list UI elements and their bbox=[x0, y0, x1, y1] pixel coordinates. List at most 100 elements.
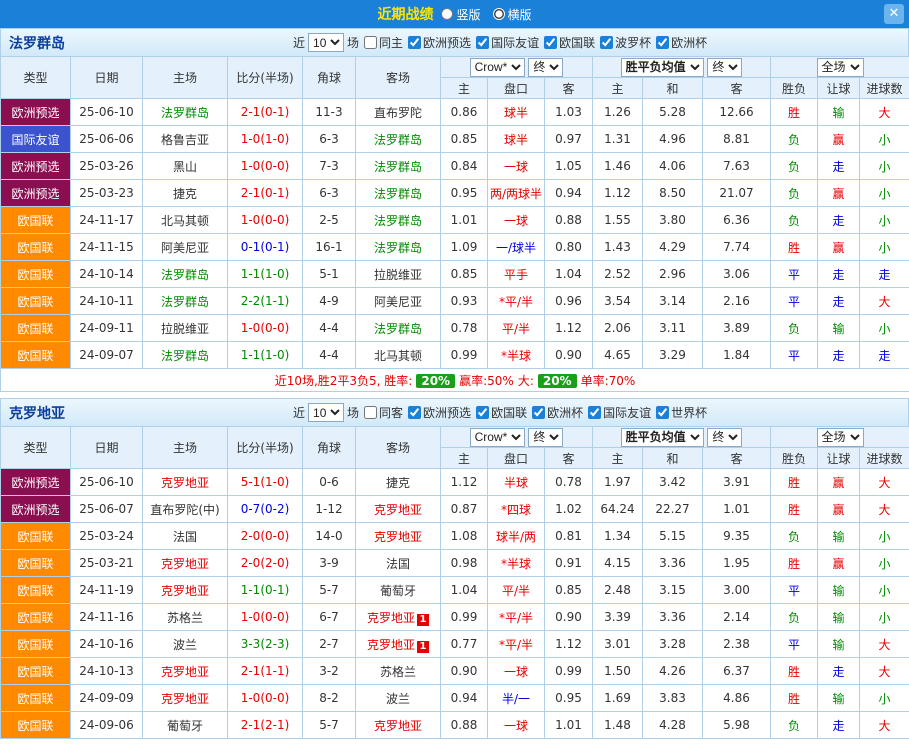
recent-count-select[interactable]: 10 bbox=[308, 403, 344, 422]
lose-odds: 6.36 bbox=[703, 207, 771, 234]
checkbox-input[interactable] bbox=[476, 406, 489, 419]
avg-stage-select[interactable]: 终 bbox=[707, 428, 742, 447]
win-odds: 1.34 bbox=[593, 523, 643, 550]
match-row: 欧国联24-11-19克罗地亚1-1(0-1)5-7葡萄牙1.04平/半0.85… bbox=[1, 577, 909, 604]
away-team: 克罗地亚 bbox=[356, 523, 441, 550]
checkbox-label: 同客 bbox=[379, 404, 403, 421]
filter-competition[interactable]: 国际友谊 bbox=[476, 34, 539, 51]
match-row: 欧洲预选25-06-10克罗地亚5-1(1-0)0-6捷克1.12半球0.781… bbox=[1, 469, 909, 496]
score: 1-1(1-0) bbox=[228, 261, 303, 288]
handicap-odds-home: 0.95 bbox=[441, 180, 488, 207]
checkbox-input[interactable] bbox=[656, 36, 669, 49]
filter-competition[interactable]: 世界杯 bbox=[656, 404, 707, 421]
score: 0-7(0-2) bbox=[228, 496, 303, 523]
col-header-let-goal: 让球 bbox=[818, 78, 860, 99]
home-team: 克罗地亚 bbox=[143, 658, 228, 685]
checkbox-input[interactable] bbox=[532, 406, 545, 419]
filter-competition[interactable]: 波罗杯 bbox=[600, 34, 651, 51]
home-team: 法罗群岛 bbox=[143, 261, 228, 288]
lose-odds: 2.16 bbox=[703, 288, 771, 315]
home-team: 法国 bbox=[143, 523, 228, 550]
lose-odds: 7.63 bbox=[703, 153, 771, 180]
win-odds: 2.48 bbox=[593, 577, 643, 604]
home-team: 克罗地亚 bbox=[143, 577, 228, 604]
recent-count-select[interactable]: 10 bbox=[308, 33, 344, 52]
col-header-draw: 和 bbox=[643, 78, 703, 99]
handicap-odds-home: 0.94 bbox=[441, 685, 488, 712]
home-team: 阿美尼亚 bbox=[143, 234, 228, 261]
avg-stage-select[interactable]: 终 bbox=[707, 58, 742, 77]
handicap-odds-home: 1.12 bbox=[441, 469, 488, 496]
handicap-odds-home: 1.04 bbox=[441, 577, 488, 604]
odds-company-select[interactable]: Crow* bbox=[470, 428, 525, 447]
goals-result: 小 bbox=[860, 523, 909, 550]
handicap-line: 平手 bbox=[488, 261, 545, 288]
filter-competition[interactable]: 欧洲预选 bbox=[408, 404, 471, 421]
handicap-line: *平/半 bbox=[488, 288, 545, 315]
handicap-odds-away: 1.12 bbox=[545, 631, 593, 658]
handicap-result: 走 bbox=[818, 342, 860, 369]
radio-input-vertical[interactable] bbox=[441, 8, 453, 20]
handicap-odds-home: 0.85 bbox=[441, 126, 488, 153]
checkbox-input[interactable] bbox=[600, 36, 613, 49]
match-date: 25-06-07 bbox=[71, 496, 143, 523]
filter-competition[interactable]: 欧洲预选 bbox=[408, 34, 471, 51]
draw-odds: 4.96 bbox=[643, 126, 703, 153]
checkbox-input[interactable] bbox=[364, 36, 377, 49]
layout-radio-vertical[interactable]: 竖版 bbox=[441, 6, 480, 23]
avg-type-select[interactable]: 胜平负均值 bbox=[621, 428, 704, 447]
draw-odds: 2.96 bbox=[643, 261, 703, 288]
handicap-odds-away: 0.96 bbox=[545, 288, 593, 315]
lose-odds: 21.07 bbox=[703, 180, 771, 207]
handicap-line: *四球 bbox=[488, 496, 545, 523]
odds-stage-select[interactable]: 终 bbox=[528, 58, 563, 77]
checkbox-input[interactable] bbox=[364, 406, 377, 419]
section-header: 法罗群岛 近 10 场 同主 欧洲预选 国际友谊 欧国联 波罗杯 欧洲杯 bbox=[0, 28, 909, 56]
layout-radio-horizontal[interactable]: 横版 bbox=[493, 6, 532, 23]
result: 负 bbox=[771, 207, 818, 234]
checkbox-input[interactable] bbox=[476, 36, 489, 49]
avg-group-header: 胜平负均值 终 bbox=[593, 57, 771, 78]
filter-competition[interactable]: 欧洲杯 bbox=[656, 34, 707, 51]
handicap-odds-home: 1.09 bbox=[441, 234, 488, 261]
win-odds: 1.50 bbox=[593, 658, 643, 685]
filter-competition[interactable]: 欧国联 bbox=[544, 34, 595, 51]
score: 1-0(1-0) bbox=[228, 126, 303, 153]
win-odds: 1.69 bbox=[593, 685, 643, 712]
score: 2-0(0-0) bbox=[228, 523, 303, 550]
scope-select[interactable]: 全场 bbox=[817, 58, 864, 77]
score: 1-1(1-0) bbox=[228, 342, 303, 369]
filter-bar: 近 10 场 同客 欧洲预选 欧国联 欧洲杯 国际友谊 世界杯 bbox=[293, 403, 707, 422]
checkbox-input[interactable] bbox=[408, 36, 421, 49]
radio-input-horizontal[interactable] bbox=[493, 8, 505, 20]
score: 2-1(0-1) bbox=[228, 99, 303, 126]
close-button[interactable]: ✕ bbox=[884, 4, 904, 24]
filter-same-home[interactable]: 同主 bbox=[364, 34, 403, 51]
checkbox-input[interactable] bbox=[588, 406, 601, 419]
match-row: 欧国联24-10-16波兰3-3(2-3)2-7克罗地亚10.77*平/半1.1… bbox=[1, 631, 909, 658]
handicap-odds-away: 0.90 bbox=[545, 604, 593, 631]
result: 胜 bbox=[771, 99, 818, 126]
odds-stage-select[interactable]: 终 bbox=[528, 428, 563, 447]
handicap-odds-away: 1.02 bbox=[545, 496, 593, 523]
lose-odds: 5.98 bbox=[703, 712, 771, 739]
handicap-odds-home: 0.84 bbox=[441, 153, 488, 180]
avg-type-select[interactable]: 胜平负均值 bbox=[621, 58, 704, 77]
win-odds: 1.48 bbox=[593, 712, 643, 739]
match-row: 欧洲预选25-06-07直布罗陀(中)0-7(0-2)1-12克罗地亚0.87*… bbox=[1, 496, 909, 523]
checkbox-input[interactable] bbox=[656, 406, 669, 419]
draw-odds: 3.80 bbox=[643, 207, 703, 234]
filter-same-away[interactable]: 同客 bbox=[364, 404, 403, 421]
draw-odds: 8.50 bbox=[643, 180, 703, 207]
filter-competition[interactable]: 欧洲杯 bbox=[532, 404, 583, 421]
col-header-handicap-line: 盘口 bbox=[488, 78, 545, 99]
checkbox-input[interactable] bbox=[408, 406, 421, 419]
scope-select[interactable]: 全场 bbox=[817, 428, 864, 447]
filter-competition[interactable]: 国际友谊 bbox=[588, 404, 651, 421]
filter-competition[interactable]: 欧国联 bbox=[476, 404, 527, 421]
checkbox-input[interactable] bbox=[544, 36, 557, 49]
corners: 4-4 bbox=[303, 315, 356, 342]
lose-odds: 1.84 bbox=[703, 342, 771, 369]
odds-company-select[interactable]: Crow* bbox=[470, 58, 525, 77]
lose-odds: 3.00 bbox=[703, 577, 771, 604]
